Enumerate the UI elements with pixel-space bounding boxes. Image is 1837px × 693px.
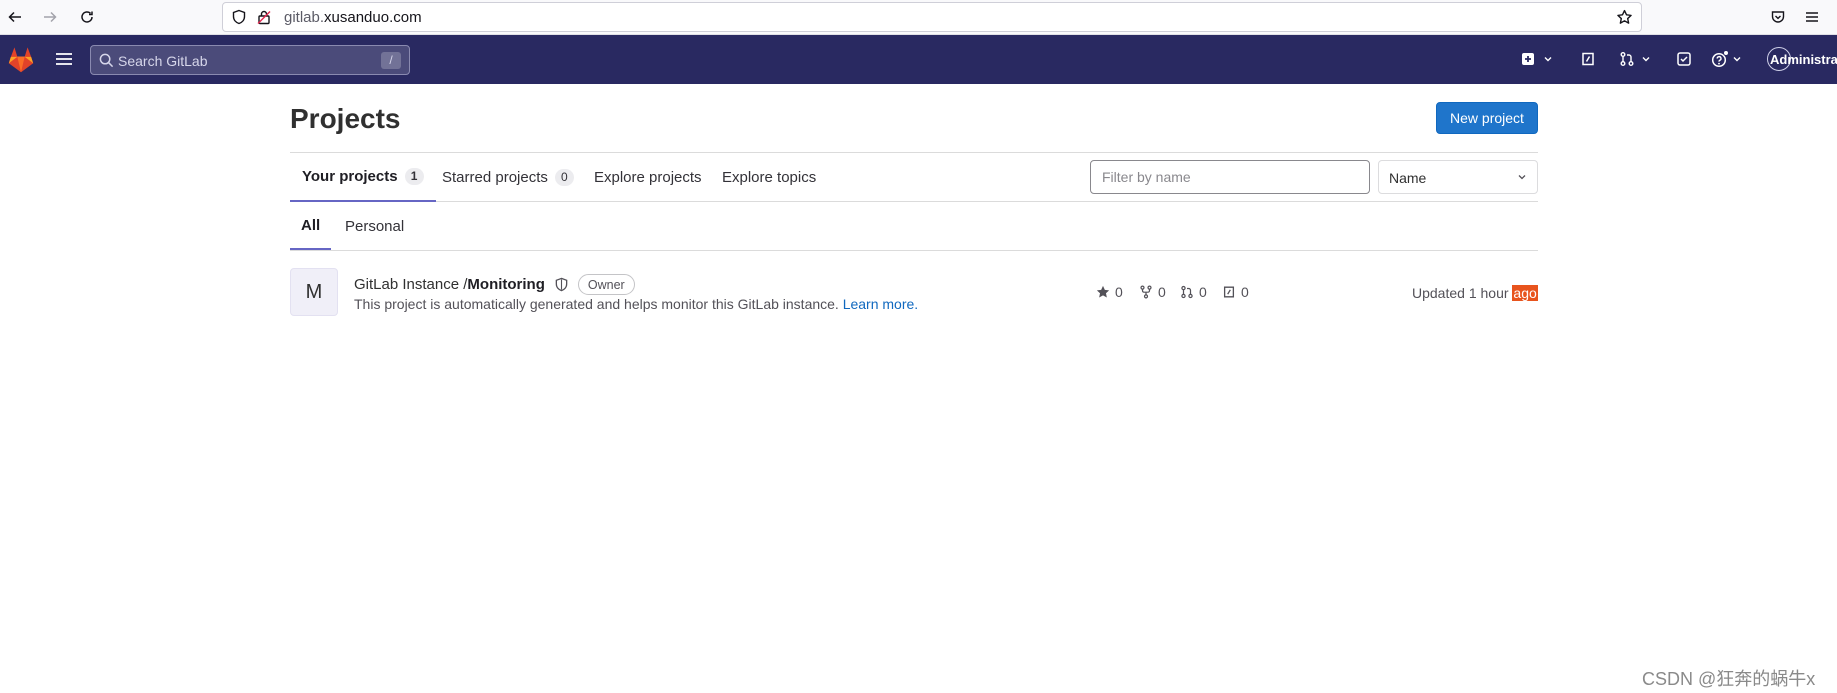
chevron-down-icon: [1733, 57, 1741, 62]
tab-your-projects[interactable]: Your projects 1: [290, 153, 436, 202]
issues-icon: [1223, 286, 1235, 298]
chevron-down-icon: [1518, 175, 1526, 180]
tab-explore-topics[interactable]: Explore topics: [722, 153, 816, 202]
user-menu-label[interactable]: Administrat: [1770, 52, 1837, 67]
forward-button[interactable]: [38, 5, 62, 29]
reload-button[interactable]: [75, 5, 99, 29]
issues-button[interactable]: [1580, 48, 1596, 70]
merge-requests-value: 0: [1199, 284, 1207, 300]
tab-starred-projects[interactable]: Starred projects 0: [442, 153, 574, 202]
project-description: This project is automatically generated …: [354, 296, 918, 312]
lock-icon: [257, 10, 271, 25]
menu-icon: [1806, 12, 1818, 22]
url-host-main: xusanduo.com: [324, 9, 422, 26]
chevron-down-icon: [1544, 57, 1552, 62]
plus-square-icon: [1522, 53, 1534, 65]
chevron-down-icon: [1642, 57, 1650, 62]
project-filter-subtabs: All Personal: [290, 202, 1538, 251]
tab-count-badge: 0: [554, 169, 574, 186]
todo-checkbox-icon: [1677, 52, 1691, 66]
project-title: GitLab Instance / Monitoring Owner: [354, 274, 635, 295]
updated-timestamp: Updated 1 hour ago: [1412, 285, 1538, 301]
url-host-prefix: gitlab.: [284, 9, 325, 26]
subtab-personal[interactable]: Personal: [345, 202, 404, 250]
project-name-link[interactable]: Monitoring: [467, 276, 544, 293]
help-icon: [1711, 50, 1729, 68]
arrow-right-icon: [44, 11, 57, 23]
tab-label: Your projects: [302, 168, 398, 185]
address-bar[interactable]: gitlab.xusanduo.com: [222, 2, 1642, 32]
star-icon: [1096, 285, 1110, 298]
tab-label: Explore projects: [594, 169, 702, 186]
merge-requests-count[interactable]: 0: [1180, 284, 1207, 300]
updated-highlight: ago: [1512, 285, 1538, 301]
learn-more-link[interactable]: Learn more.: [843, 296, 918, 312]
fork-icon: [1140, 285, 1152, 299]
forks-value: 0: [1158, 284, 1166, 300]
subtab-all[interactable]: All: [290, 202, 332, 250]
issues-value: 0: [1241, 284, 1249, 300]
search-shortcut-key: /: [381, 52, 401, 69]
url-text: gitlab.xusanduo.com: [284, 9, 422, 26]
reload-icon: [81, 11, 93, 23]
browser-toolbar: gitlab.xusanduo.com: [0, 0, 1837, 35]
updated-prefix: Updated 1 hour: [1412, 285, 1513, 301]
browser-menu-button[interactable]: [1800, 5, 1824, 29]
sort-selected-label: Name: [1389, 170, 1427, 186]
merge-request-icon: [1181, 285, 1193, 299]
merge-requests-dropdown[interactable]: [1619, 48, 1651, 70]
shield-icon: [232, 9, 246, 25]
project-avatar[interactable]: M: [290, 268, 338, 316]
search-placeholder: Search GitLab: [118, 53, 208, 69]
gitlab-logo-icon[interactable]: [6, 45, 36, 75]
help-dropdown[interactable]: [1711, 48, 1742, 70]
tab-count-badge: 1: [404, 168, 424, 185]
todos-button[interactable]: [1676, 48, 1692, 70]
tab-label: Explore topics: [722, 169, 817, 186]
tab-explore-projects[interactable]: Explore projects: [594, 153, 702, 202]
visibility-internal-icon: [554, 277, 569, 292]
stars-count[interactable]: 0: [1096, 284, 1123, 300]
project-description-text: This project is automatically generated …: [354, 296, 843, 312]
issues-count[interactable]: 0: [1222, 284, 1249, 300]
page-title: Projects: [290, 103, 401, 134]
gitlab-header: Search GitLab / Administrat: [0, 35, 1837, 84]
create-new-dropdown[interactable]: [1520, 48, 1553, 70]
sort-dropdown[interactable]: Name: [1378, 160, 1538, 194]
bookmark-star-icon[interactable]: [1616, 9, 1633, 26]
filter-by-name-input[interactable]: [1090, 160, 1370, 194]
watermark: CSDN @狂奔的蜗牛x: [1642, 669, 1816, 689]
issues-icon: [1582, 52, 1594, 66]
project-namespace-link[interactable]: GitLab Instance /: [354, 276, 467, 293]
hamburger-menu-icon[interactable]: [53, 48, 75, 70]
stars-value: 0: [1115, 284, 1123, 300]
back-button[interactable]: [3, 5, 27, 29]
merge-request-icon: [1620, 52, 1634, 66]
forks-count[interactable]: 0: [1139, 284, 1166, 300]
search-icon: [99, 53, 114, 68]
new-project-button[interactable]: New project: [1436, 102, 1538, 134]
arrow-left-icon: [8, 11, 21, 23]
role-badge: Owner: [577, 274, 635, 295]
pocket-icon: [1771, 11, 1785, 23]
search-input[interactable]: Search GitLab /: [90, 45, 410, 75]
tab-label: Starred projects: [442, 169, 548, 186]
pocket-button[interactable]: [1766, 5, 1790, 29]
